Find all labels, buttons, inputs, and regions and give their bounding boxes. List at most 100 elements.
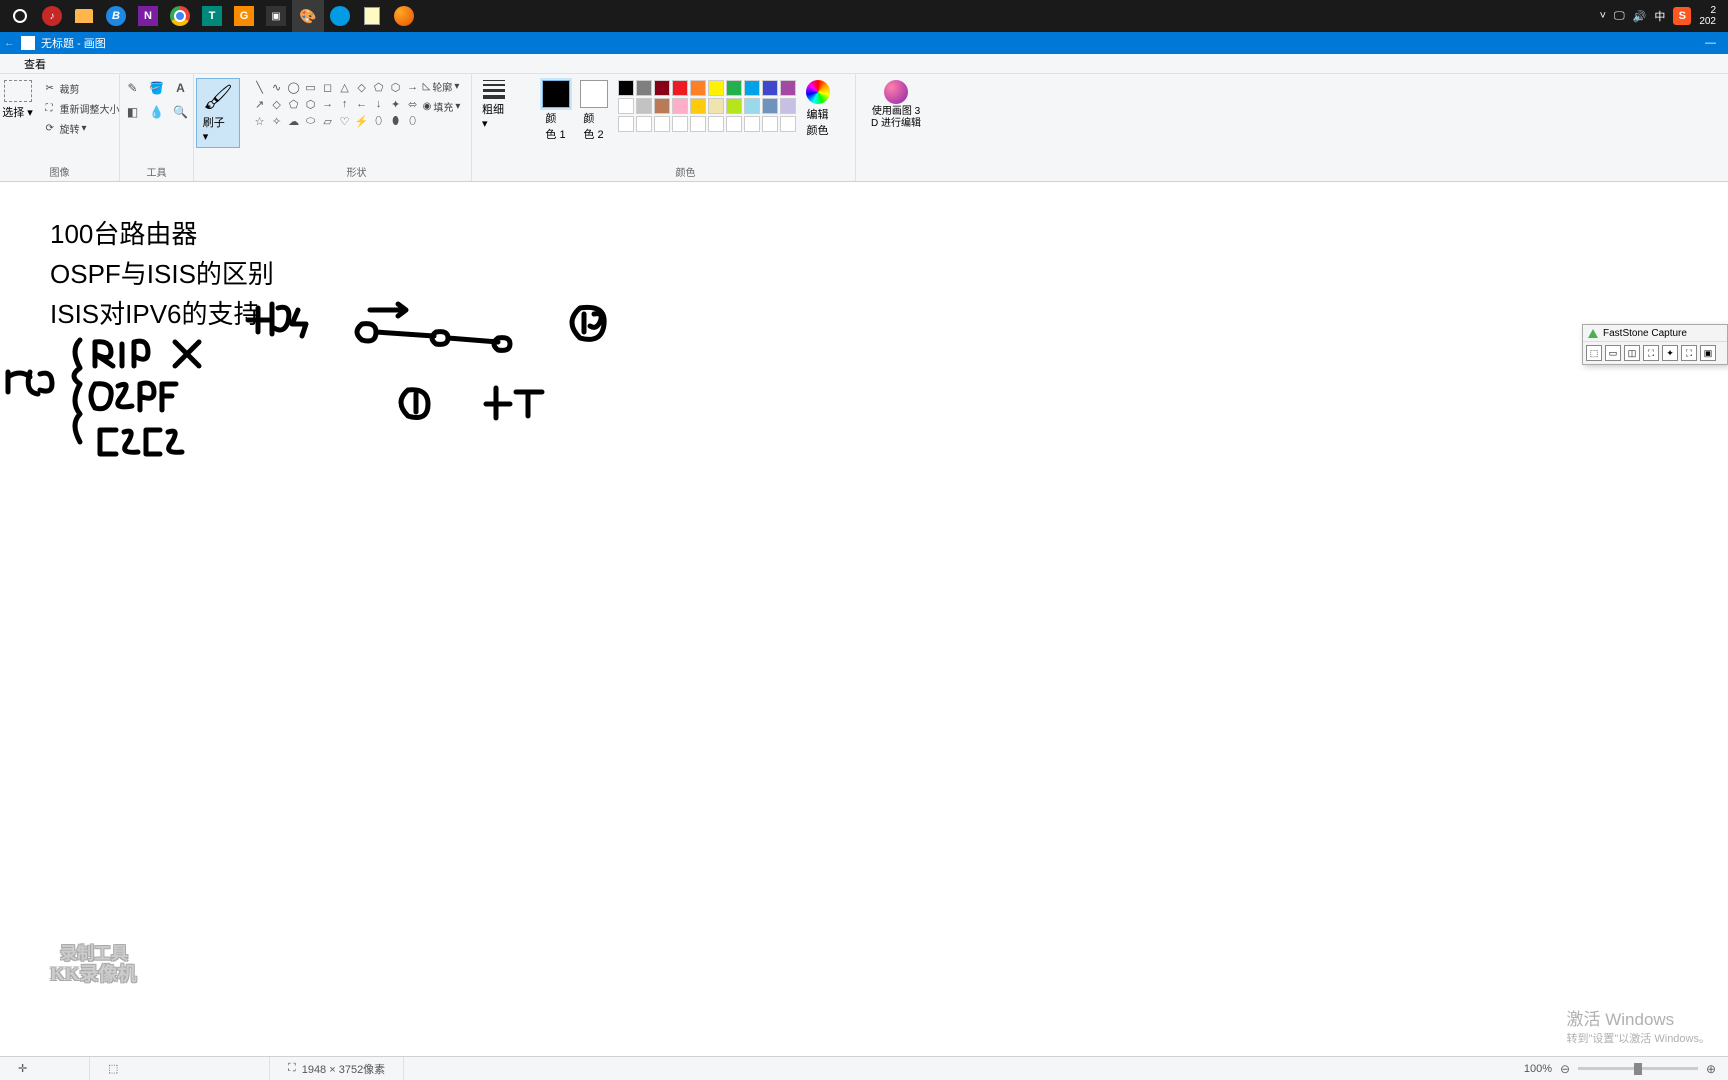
select-button[interactable]: 选择 ▾	[0, 78, 38, 122]
palette-swatch[interactable]	[636, 98, 652, 114]
palette-swatch[interactable]	[780, 80, 796, 96]
group-label-image: 图像	[50, 164, 70, 181]
palette-swatch[interactable]	[726, 80, 742, 96]
ribbon: 选择 ▾ ✂裁剪 ⛶重新调整大小 ⟳旋转 ▾ 图像 ✎ 🪣 A ◧ 💧 🔍 工具	[0, 74, 1728, 182]
status-canvas-size: ⛶1948 × 3752像素	[270, 1057, 404, 1080]
chevron-down-icon: ▾	[27, 107, 33, 119]
start-icon[interactable]	[4, 0, 36, 32]
color-2-button[interactable]: 颜色 2	[578, 78, 610, 144]
crop-button[interactable]: ✂裁剪	[44, 80, 122, 97]
palette-swatch[interactable]	[726, 98, 742, 114]
palette-swatch[interactable]	[672, 80, 688, 96]
palette-swatch[interactable]	[618, 116, 634, 132]
explorer-icon[interactable]	[68, 0, 100, 32]
menu-view[interactable]: 查看	[18, 54, 52, 74]
shape-fill-button[interactable]: ◉ 填充 ▾	[421, 98, 463, 115]
app-sphere-icon[interactable]	[388, 0, 420, 32]
zoom-in-button[interactable]: ⊕	[1704, 1067, 1718, 1071]
minimize-button[interactable]: —	[1693, 37, 1728, 49]
resize-icon: ⛶	[46, 103, 58, 115]
paint3d-button[interactable]: 使用画图 3D 进行编辑	[869, 78, 923, 132]
pencil-tool[interactable]: ✎	[123, 78, 143, 98]
tray-network-icon[interactable]: 🖵	[1614, 10, 1625, 23]
palette-swatch[interactable]	[708, 116, 724, 132]
palette-swatch[interactable]	[762, 98, 778, 114]
magnifier-tool[interactable]: 🔍	[171, 102, 191, 122]
app-t-icon[interactable]: T	[196, 0, 228, 32]
palette-swatch[interactable]	[636, 80, 652, 96]
onenote-icon[interactable]: N	[132, 0, 164, 32]
palette-swatch[interactable]	[636, 116, 652, 132]
tray-volume-icon[interactable]: 🔊	[1633, 10, 1647, 23]
palette-swatch[interactable]	[690, 98, 706, 114]
text-tool[interactable]: A	[171, 78, 191, 98]
mspaint-icon[interactable]: 🎨	[292, 0, 324, 32]
shape-gallery[interactable]: ╲∿◯▭◻△◇⬠⬡→ ↗◇⬠⬡→↑←↓✦⬄ ☆✧☁⬭▱♡⚡⬯⬮⬯	[251, 78, 411, 130]
palette-swatch[interactable]	[726, 116, 742, 132]
crop-icon: ✂	[46, 83, 58, 95]
palette-swatch[interactable]	[618, 98, 634, 114]
palette-swatch[interactable]	[618, 80, 634, 96]
size-button[interactable]: 粗细 ▾	[478, 78, 510, 132]
rotate-button[interactable]: ⟳旋转 ▾	[44, 120, 122, 137]
fs-btn-4[interactable]: ⛶	[1643, 345, 1659, 361]
brush-button[interactable]: 🖌 刷子 ▾	[196, 78, 240, 148]
eraser-tool[interactable]: ◧	[123, 102, 143, 122]
zoom-control: 100% ⊖ ⊕	[1524, 1063, 1728, 1075]
windows-taskbar: ♪ B N T G ▣ 🎨 ˅ 🖵 🔊 中 S 2 202	[0, 0, 1728, 32]
netease-icon[interactable]: ♪	[36, 0, 68, 32]
fs-btn-1[interactable]: ⬚	[1586, 345, 1602, 361]
palette-swatch[interactable]	[744, 80, 760, 96]
tray-chevron-icon[interactable]: ˅	[1600, 10, 1606, 22]
fs-btn-5[interactable]: ✦	[1662, 345, 1678, 361]
back-icon[interactable]: ←	[4, 37, 15, 49]
faststone-panel[interactable]: FastStone Capture ⬚ ▭ ◫ ⛶ ✦ ⛶ ▣	[1582, 324, 1728, 365]
zoom-out-button[interactable]: ⊖	[1558, 1067, 1572, 1071]
palette-swatch[interactable]	[654, 116, 670, 132]
palette-swatch[interactable]	[690, 80, 706, 96]
fs-btn-2[interactable]: ▭	[1605, 345, 1621, 361]
faststone-titlebar[interactable]: FastStone Capture	[1583, 325, 1727, 342]
palette-swatch[interactable]	[672, 116, 688, 132]
edit-colors-button[interactable]: 编辑颜色	[804, 78, 832, 140]
palette-swatch[interactable]	[708, 98, 724, 114]
bucket-tool[interactable]: 🪣	[147, 78, 167, 98]
palette-swatch[interactable]	[654, 98, 670, 114]
zoom-slider[interactable]	[1578, 1067, 1698, 1070]
palette-swatch[interactable]	[762, 116, 778, 132]
palette-swatch[interactable]	[780, 116, 796, 132]
palette-swatch[interactable]	[690, 116, 706, 132]
tray-clock[interactable]: 2 202	[1699, 5, 1716, 27]
palette-swatch[interactable]	[744, 98, 760, 114]
tray-sogou-icon[interactable]: S	[1673, 7, 1691, 25]
handwriting	[0, 182, 700, 522]
canvas[interactable]: 100台路由器 OSPF与ISIS的区别 ISIS对IPV6的支持	[0, 182, 1728, 1056]
fs-btn-6[interactable]: ⛶	[1681, 345, 1697, 361]
photos-icon[interactable]: ▣	[260, 0, 292, 32]
shape-outline-button[interactable]: ◺ 轮廓 ▾	[421, 78, 463, 95]
palette-swatch[interactable]	[762, 80, 778, 96]
palette-swatch[interactable]	[654, 80, 670, 96]
resize-button[interactable]: ⛶重新调整大小	[44, 100, 122, 117]
fs-btn-3[interactable]: ◫	[1624, 345, 1640, 361]
notepad-icon[interactable]	[356, 0, 388, 32]
zoom-value: 100%	[1524, 1063, 1552, 1075]
ribbon-group-tools: ✎ 🪣 A ◧ 💧 🔍 工具	[120, 74, 194, 181]
palette-swatch[interactable]	[744, 116, 760, 132]
tray-ime-icon[interactable]: 中	[1654, 8, 1665, 24]
chrome-icon[interactable]	[164, 0, 196, 32]
window-title: 无标题 - 画图	[41, 35, 106, 51]
app-b-icon[interactable]: B	[100, 0, 132, 32]
palette-swatch[interactable]	[708, 80, 724, 96]
eyedropper-tool[interactable]: 💧	[147, 102, 167, 122]
color-palette[interactable]	[616, 78, 798, 134]
color-1-button[interactable]: 颜色 1	[540, 78, 572, 144]
palette-swatch[interactable]	[672, 98, 688, 114]
ribbon-group-shapes: ╲∿◯▭◻△◇⬠⬡→ ↗◇⬠⬡→↑←↓✦⬄ ☆✧☁⬭▱♡⚡⬯⬮⬯ ◺ 轮廓 ▾ …	[242, 74, 472, 181]
brush-icon: 🖌	[203, 83, 233, 112]
fs-btn-7[interactable]: ▣	[1700, 345, 1716, 361]
chevron-down-icon: ▾	[482, 118, 488, 130]
palette-swatch[interactable]	[780, 98, 796, 114]
app-blue-icon[interactable]	[324, 0, 356, 32]
app-g-icon[interactable]: G	[228, 0, 260, 32]
